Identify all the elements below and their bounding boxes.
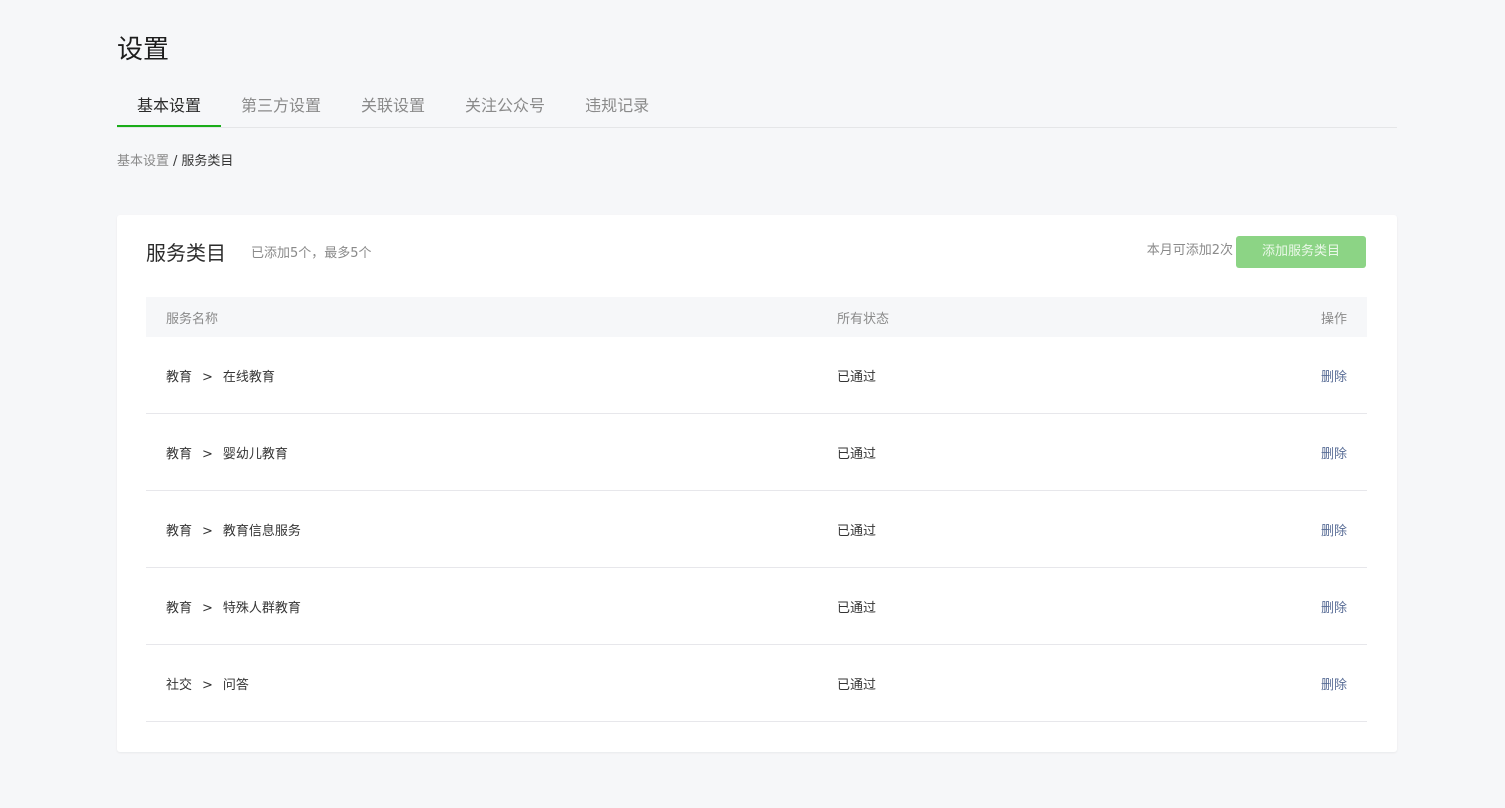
table-row: 教育 > 在线教育 已通过 删除 bbox=[146, 337, 1367, 414]
header-service-name: 服务名称 bbox=[166, 311, 219, 327]
category-primary: 教育 bbox=[166, 523, 193, 539]
breadcrumb: 基本设置 / 服务类目 bbox=[117, 153, 233, 171]
action-cell: 删除 bbox=[1247, 674, 1367, 693]
tab-associated-settings[interactable]: 关联设置 bbox=[341, 86, 445, 127]
delete-link[interactable]: 删除 bbox=[1321, 447, 1347, 462]
breadcrumb-current: 服务类目 bbox=[181, 154, 234, 169]
page-title: 设置 bbox=[117, 35, 170, 65]
tab-bar: 基本设置 第三方设置 关联设置 关注公众号 违规记录 bbox=[117, 86, 1397, 128]
action-cell: 删除 bbox=[1247, 366, 1367, 385]
service-name-cell: 社交 > 问答 bbox=[146, 674, 837, 693]
category-secondary: 问答 bbox=[222, 677, 249, 693]
category-secondary: 特殊人群教育 bbox=[222, 600, 301, 616]
monthly-quota-text: 本月可添加2次 bbox=[1146, 243, 1233, 258]
category-primary: 教育 bbox=[166, 369, 193, 385]
header-status-filter[interactable]: 所有状态 bbox=[837, 308, 1247, 327]
table-header: 服务名称 所有状态 操作 bbox=[146, 297, 1367, 337]
action-cell: 删除 bbox=[1247, 597, 1367, 616]
status-cell: 已通过 bbox=[837, 677, 877, 693]
card-title: 服务类目 bbox=[146, 241, 226, 265]
tab-third-party-settings[interactable]: 第三方设置 bbox=[221, 86, 341, 127]
delete-link[interactable]: 删除 bbox=[1321, 678, 1347, 693]
action-cell: 删除 bbox=[1247, 443, 1367, 462]
breadcrumb-parent-link[interactable]: 基本设置 bbox=[117, 154, 169, 169]
status-cell: 已通过 bbox=[837, 446, 877, 462]
service-category-card: 服务类目 已添加5个，最多5个 本月可添加2次 添加服务类目 服务名称 所有状态… bbox=[117, 215, 1397, 752]
category-secondary: 在线教育 bbox=[222, 369, 275, 385]
category-separator: > bbox=[202, 446, 213, 462]
category-separator: > bbox=[202, 523, 213, 539]
service-name-cell: 教育 > 在线教育 bbox=[146, 366, 837, 385]
category-separator: > bbox=[202, 369, 213, 385]
add-service-category-button[interactable]: 添加服务类目 bbox=[1236, 236, 1366, 268]
category-secondary: 教育信息服务 bbox=[222, 523, 301, 539]
category-primary: 社交 bbox=[166, 677, 193, 693]
category-separator: > bbox=[202, 600, 213, 616]
category-primary: 教育 bbox=[166, 446, 193, 462]
table-row: 教育 > 特殊人群教育 已通过 删除 bbox=[146, 568, 1367, 645]
delete-link[interactable]: 删除 bbox=[1321, 370, 1347, 385]
delete-link[interactable]: 删除 bbox=[1321, 601, 1347, 616]
service-name-cell: 教育 > 婴幼儿教育 bbox=[146, 443, 837, 462]
delete-link[interactable]: 删除 bbox=[1321, 524, 1347, 539]
table-row: 教育 > 婴幼儿教育 已通过 删除 bbox=[146, 414, 1367, 491]
tab-basic-settings[interactable]: 基本设置 bbox=[117, 86, 222, 127]
category-primary: 教育 bbox=[166, 600, 193, 616]
service-category-table: 服务名称 所有状态 操作 教育 > 在线教育 已通过 删除 教育 > 婴幼儿教育 已通过… bbox=[146, 297, 1367, 722]
tab-violation-records[interactable]: 违规记录 bbox=[565, 86, 669, 127]
action-cell: 删除 bbox=[1247, 520, 1367, 539]
table-row: 社交 > 问答 已通过 删除 bbox=[146, 645, 1367, 722]
breadcrumb-separator: / bbox=[173, 154, 178, 169]
table-row: 教育 > 教育信息服务 已通过 删除 bbox=[146, 491, 1367, 568]
category-separator: > bbox=[202, 677, 213, 693]
category-secondary: 婴幼儿教育 bbox=[222, 446, 288, 462]
status-cell: 已通过 bbox=[837, 369, 877, 385]
tab-follow-official-account[interactable]: 关注公众号 bbox=[445, 86, 565, 127]
service-name-cell: 教育 > 教育信息服务 bbox=[146, 520, 837, 539]
category-count-text: 已添加5个，最多5个 bbox=[251, 246, 372, 261]
status-cell: 已通过 bbox=[837, 600, 877, 616]
service-name-cell: 教育 > 特殊人群教育 bbox=[146, 597, 837, 616]
status-cell: 已通过 bbox=[837, 523, 877, 539]
header-action: 操作 bbox=[1320, 311, 1347, 327]
